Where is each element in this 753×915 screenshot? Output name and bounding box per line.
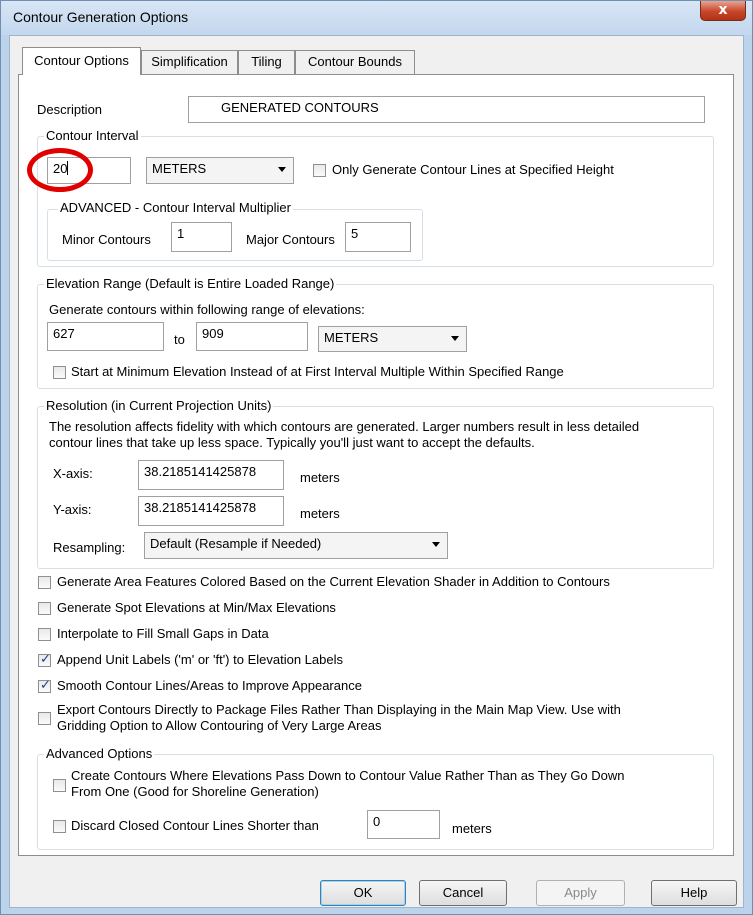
advanced-multiplier-legend: ADVANCED - Contour Interval Multiplier	[58, 200, 293, 215]
elevation-unit-select[interactable]: METERS	[318, 326, 467, 352]
smooth-contours-checkbox[interactable]: ✓	[38, 678, 51, 693]
tab-label: Contour Options	[34, 53, 129, 68]
select-value: METERS	[324, 330, 379, 345]
chevron-down-icon	[432, 542, 440, 547]
spot-elevations-checkbox[interactable]	[38, 602, 51, 615]
spot-elevations-label[interactable]: Generate Spot Elevations at Min/Max Elev…	[57, 600, 336, 615]
highlight-annotation-circle	[27, 148, 93, 192]
close-icon: x	[718, 2, 728, 18]
tab-tiling[interactable]: Tiling	[238, 50, 295, 74]
tab-contour-options[interactable]: Contour Options	[22, 47, 141, 75]
tab-label: Simplification	[151, 54, 228, 69]
tab-contour-bounds[interactable]: Contour Bounds	[295, 50, 415, 74]
smooth-contours-label[interactable]: Smooth Contour Lines/Areas to Improve Ap…	[57, 678, 362, 693]
start-at-min-checkbox[interactable]	[53, 366, 66, 379]
export-to-package-label-line2[interactable]: Gridding Option to Allow Contouring of V…	[57, 718, 381, 733]
pass-down-label-line1[interactable]: Create Contours Where Elevations Pass Do…	[71, 768, 625, 783]
ok-button[interactable]: OK	[320, 880, 406, 906]
select-value: METERS	[152, 161, 207, 176]
checkmark-icon: ✓	[40, 652, 51, 667]
area-features-checkbox[interactable]	[38, 576, 51, 589]
pass-down-checkbox[interactable]	[53, 779, 66, 792]
only-specified-height-label[interactable]: Only Generate Contour Lines at Specified…	[332, 162, 614, 177]
discard-length-unit: meters	[452, 821, 492, 836]
y-axis-unit: meters	[300, 506, 340, 521]
x-axis-unit: meters	[300, 470, 340, 485]
close-button[interactable]: x	[700, 1, 746, 21]
y-axis-input[interactable]: 38.2185141425878	[138, 496, 284, 526]
description-input[interactable]: GENERATED CONTOURS	[188, 96, 705, 123]
elevation-min-input[interactable]: 627	[47, 322, 164, 351]
export-to-package-checkbox[interactable]	[38, 712, 51, 725]
pass-down-label-line2[interactable]: From One (Good for Shoreline Generation)	[71, 784, 319, 799]
export-to-package-label-line1[interactable]: Export Contours Directly to Package File…	[57, 702, 621, 717]
elevation-range-legend: Elevation Range (Default is Entire Loade…	[44, 276, 337, 291]
to-label: to	[174, 332, 185, 347]
discard-short-lines-checkbox[interactable]	[53, 820, 66, 833]
elevation-max-input[interactable]: 909	[196, 322, 308, 351]
interpolate-gaps-label[interactable]: Interpolate to Fill Small Gaps in Data	[57, 626, 269, 641]
discard-short-lines-label[interactable]: Discard Closed Contour Lines Shorter tha…	[71, 818, 319, 833]
elevation-range-instructions: Generate contours within following range…	[49, 302, 365, 317]
area-features-label[interactable]: Generate Area Features Colored Based on …	[57, 574, 610, 589]
tab-label: Tiling	[251, 54, 282, 69]
major-contours-label: Major Contours	[246, 232, 335, 247]
resolution-description-line1: The resolution affects fidelity with whi…	[49, 419, 640, 434]
append-unit-labels-label[interactable]: Append Unit Labels ('m' or 'ft') to Elev…	[57, 652, 343, 667]
help-button[interactable]: Help	[651, 880, 737, 906]
chevron-down-icon	[278, 167, 286, 172]
append-unit-labels-checkbox[interactable]: ✓	[38, 652, 51, 667]
x-axis-label: X-axis:	[53, 466, 93, 481]
minor-contours-input[interactable]: 1	[171, 222, 232, 252]
description-label: Description	[37, 102, 103, 117]
resolution-legend: Resolution (in Current Projection Units)	[44, 398, 274, 413]
window-title: Contour Generation Options	[13, 9, 189, 25]
tab-label: Contour Bounds	[308, 54, 402, 69]
contour-interval-unit-select[interactable]: METERS	[146, 157, 294, 184]
tab-simplification[interactable]: Simplification	[141, 50, 238, 74]
minor-contours-label: Minor Contours	[62, 232, 151, 247]
major-contours-input[interactable]: 5	[345, 222, 411, 252]
title-bar[interactable]: Contour Generation Options x	[1, 1, 752, 35]
checkmark-icon: ✓	[40, 678, 51, 693]
resampling-label: Resampling:	[53, 540, 126, 555]
x-axis-input[interactable]: 38.2185141425878	[138, 460, 284, 490]
resolution-description-line2: contour lines that take up less space. T…	[49, 435, 535, 450]
apply-button[interactable]: Apply	[536, 880, 625, 906]
chevron-down-icon	[451, 336, 459, 341]
resampling-select[interactable]: Default (Resample if Needed)	[144, 532, 448, 559]
select-value: Default (Resample if Needed)	[150, 536, 322, 551]
start-at-min-label[interactable]: Start at Minimum Elevation Instead of at…	[71, 364, 564, 379]
advanced-options-legend: Advanced Options	[44, 746, 155, 761]
cancel-button[interactable]: Cancel	[419, 880, 507, 906]
only-specified-height-checkbox[interactable]	[313, 164, 326, 177]
discard-length-input[interactable]: 0	[367, 810, 440, 839]
contour-interval-legend: Contour Interval	[44, 128, 141, 143]
y-axis-label: Y-axis:	[53, 502, 92, 517]
interpolate-gaps-checkbox[interactable]	[38, 628, 51, 641]
